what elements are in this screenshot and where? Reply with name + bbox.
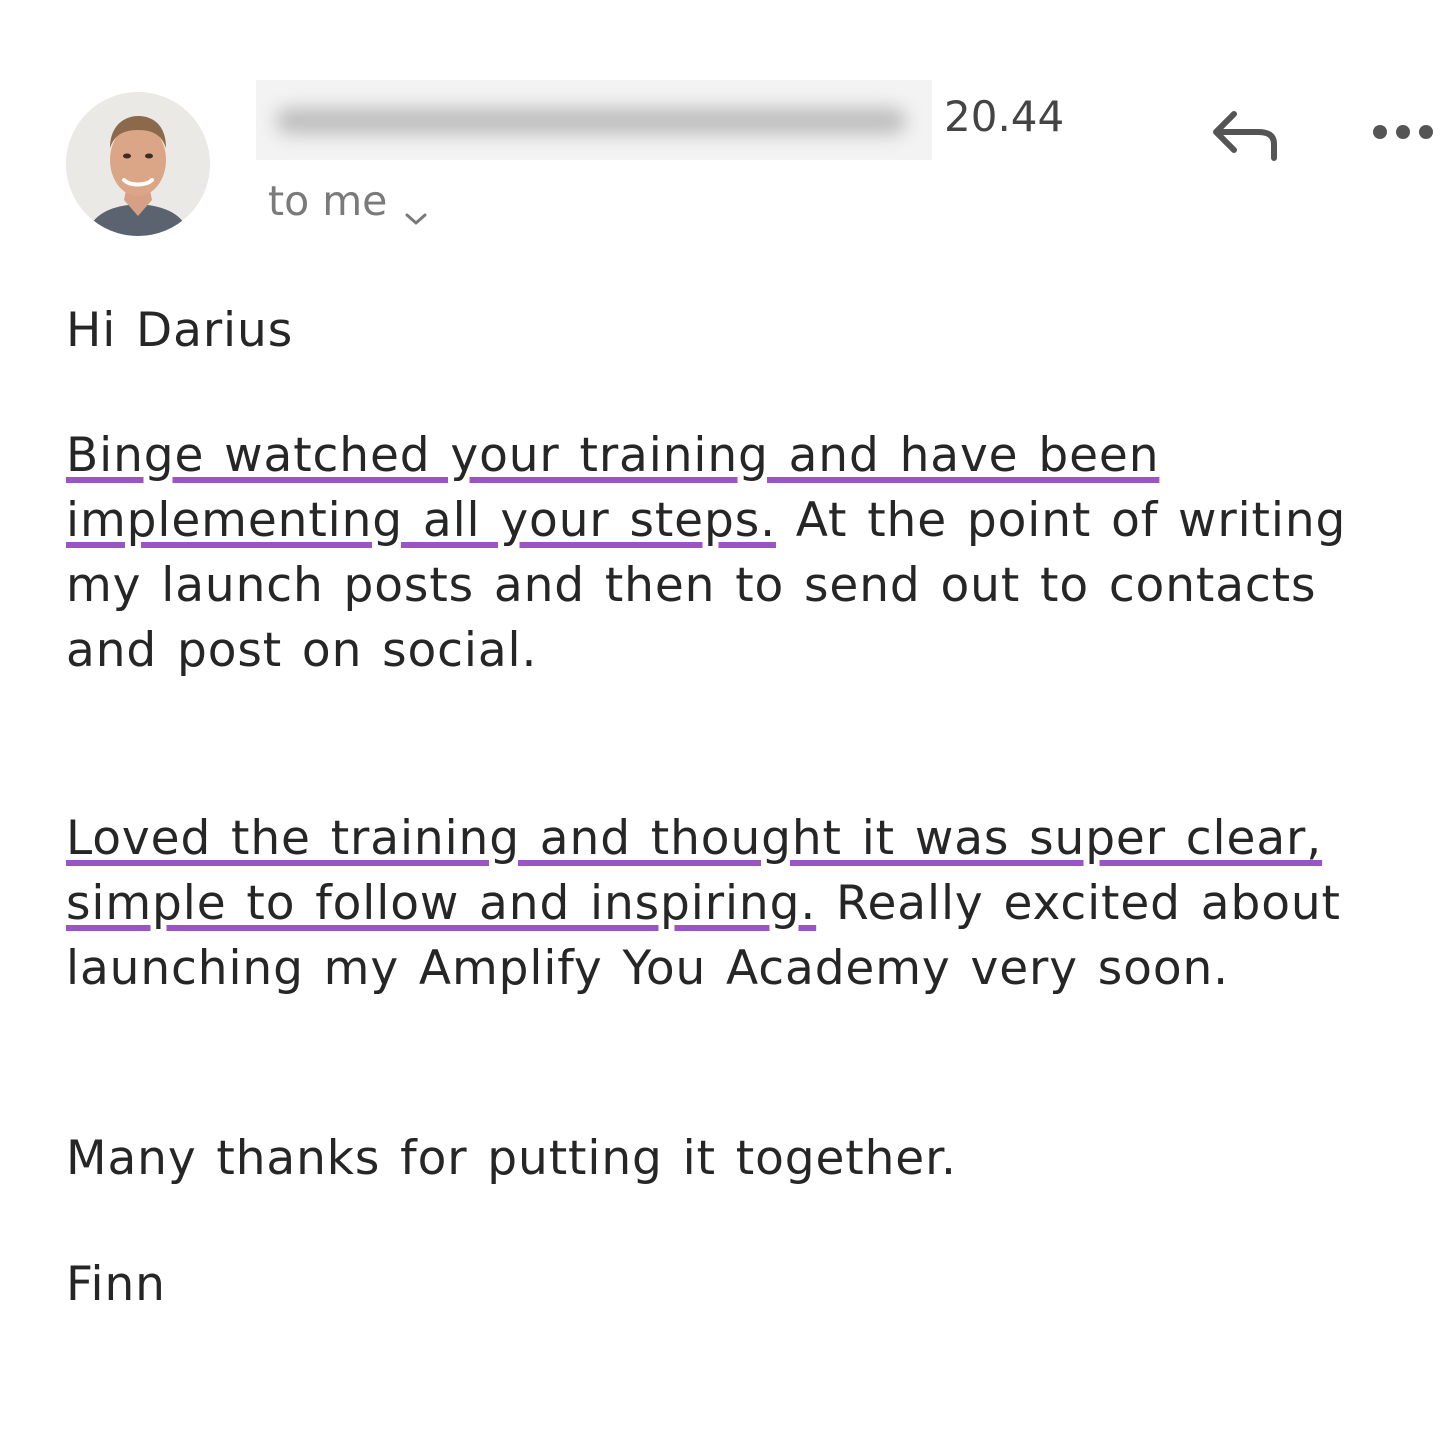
sender-avatar[interactable] [66,92,210,236]
greeting: Hi Darius [66,303,294,358]
reply-arrow-icon [1213,111,1277,161]
signoff-name: Finn [66,1257,166,1312]
message-time: 20.44 [944,92,1065,141]
avatar-photo [66,92,210,236]
reply-button[interactable] [1206,102,1286,168]
more-options-button[interactable] [1368,112,1436,152]
recipient-toggle[interactable]: to me [268,176,429,226]
thanks-line: Many thanks for putting it together. [66,1131,957,1186]
message-paragraph-2: Loved the training and thought it was su… [66,806,1416,1001]
recipient-label: to me [268,177,388,225]
sender-address-redacted [256,80,932,160]
more-horizontal-icon [1373,125,1433,139]
message-paragraph-1: Binge watched your training and have bee… [66,423,1416,683]
chevron-down-icon [403,191,429,225]
